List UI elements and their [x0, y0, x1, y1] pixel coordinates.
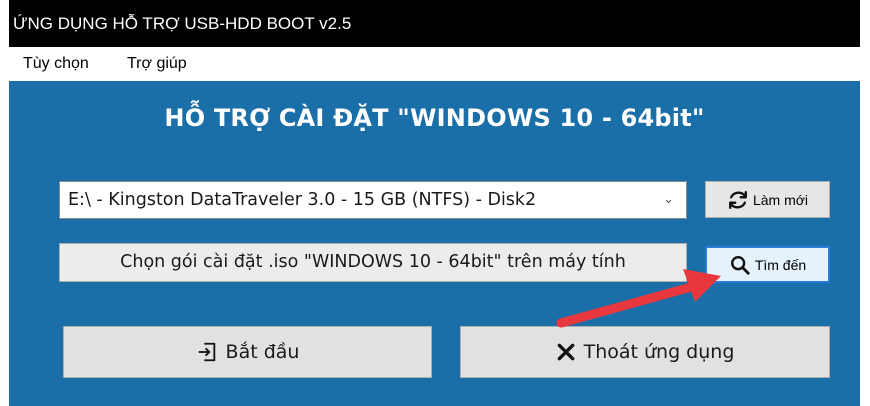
quit-button-label: Thoát ứng dụng: [583, 341, 735, 363]
menu-help[interactable]: Trợ giúp: [127, 55, 187, 73]
app-window: ỨNG DỤNG HỖ TRỢ USB-HDD BOOT v2.5 Tùy ch…: [9, 0, 860, 406]
start-button-label: Bắt đầu: [225, 341, 300, 363]
iso-path-field[interactable]: Chọn gói cài đặt .iso "WINDOWS 10 - 64bi…: [59, 243, 687, 282]
drive-select[interactable]: E:\ - Kingston DataTraveler 3.0 - 15 GB …: [59, 181, 687, 219]
drive-select-value: E:\ - Kingston DataTraveler 3.0 - 15 GB …: [68, 190, 537, 210]
enter-icon: [198, 342, 215, 362]
iso-path-value: Chọn gói cài đặt .iso "WINDOWS 10 - 64bi…: [120, 252, 626, 272]
find-button-label: Tìm đến: [754, 256, 807, 273]
page-heading: HỖ TRỢ CÀI ĐẶT "WINDOWS 10 - 64bit": [164, 104, 705, 132]
search-icon: [730, 255, 750, 275]
find-button[interactable]: Tìm đến: [705, 246, 830, 283]
menu-bar: Tùy chọn Trợ giúp: [9, 47, 860, 81]
start-button[interactable]: Bắt đầu: [63, 326, 432, 378]
title-bar[interactable]: ỨNG DỤNG HỖ TRỢ USB-HDD BOOT v2.5: [9, 0, 860, 47]
close-icon: [557, 343, 574, 361]
refresh-button[interactable]: Làm mới: [705, 181, 830, 218]
refresh-icon: [728, 190, 747, 209]
chevron-down-icon[interactable]: ⌄: [663, 182, 674, 218]
window-title: ỨNG DỤNG HỖ TRỢ USB-HDD BOOT v2.5: [13, 14, 352, 33]
menu-options[interactable]: Tùy chọn: [23, 55, 89, 73]
refresh-button-label: Làm mới: [752, 191, 809, 208]
quit-button[interactable]: Thoát ứng dụng: [460, 326, 830, 378]
